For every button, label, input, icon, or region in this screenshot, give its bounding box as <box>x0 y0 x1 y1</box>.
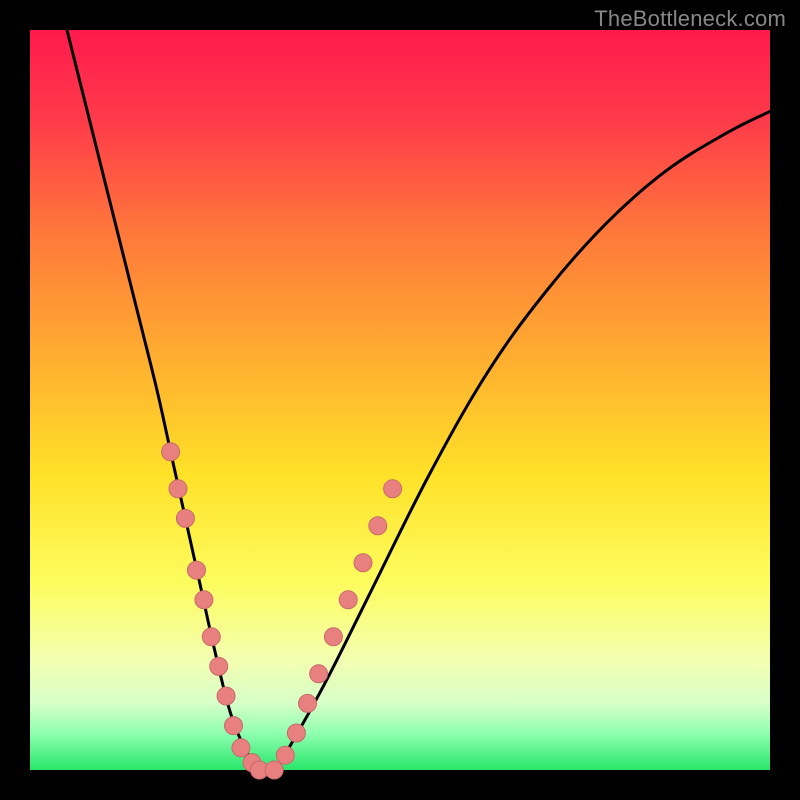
chart-svg <box>30 30 770 770</box>
curve-marker <box>324 628 342 646</box>
curve-marker <box>195 591 213 609</box>
watermark-text: TheBottleneck.com <box>594 6 786 32</box>
curve-marker <box>162 443 180 461</box>
curve-marker <box>210 657 228 675</box>
curve-marker <box>176 509 194 527</box>
curve-marker <box>287 724 305 742</box>
curve-marker <box>369 517 387 535</box>
curve-marker <box>339 591 357 609</box>
curve-marker <box>232 739 250 757</box>
plot-area <box>30 30 770 770</box>
curve-marker <box>225 717 243 735</box>
chart-frame: TheBottleneck.com <box>0 0 800 800</box>
curve-bottleneck-curve <box>67 30 770 773</box>
curve-marker <box>265 761 283 779</box>
curve-marker <box>299 694 317 712</box>
curve-marker <box>202 628 220 646</box>
curve-marker <box>217 687 235 705</box>
curve-marker <box>384 480 402 498</box>
curve-marker <box>276 746 294 764</box>
curve-marker <box>310 665 328 683</box>
curve-marker <box>354 554 372 572</box>
curve-marker <box>188 561 206 579</box>
curve-marker <box>169 480 187 498</box>
